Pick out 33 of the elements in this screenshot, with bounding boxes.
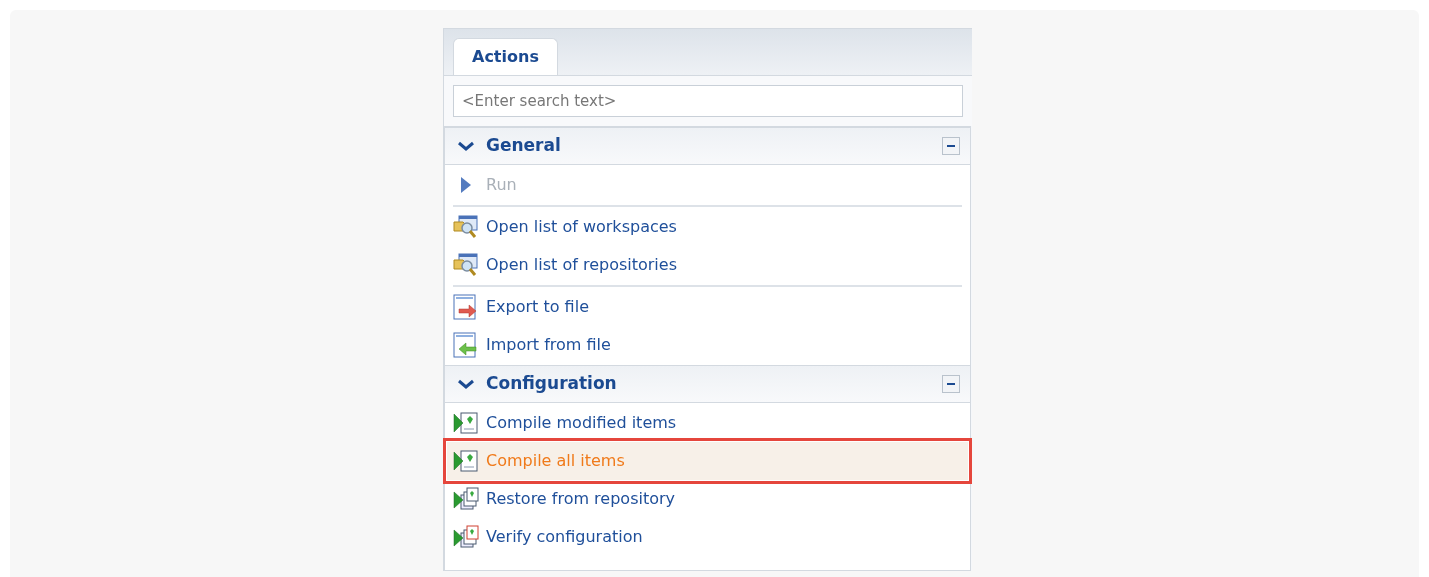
document-arrow-right-icon (453, 294, 479, 320)
tab[interactable]: Actions (453, 38, 558, 75)
collapse-button[interactable] (942, 375, 960, 393)
action-label: Run (486, 174, 517, 196)
action-label: Open list of workspaces (486, 216, 677, 238)
play-documents-icon (453, 525, 479, 549)
document-arrow-left-icon (453, 332, 479, 358)
action-item[interactable]: Open list of repositories (447, 246, 968, 284)
section-header[interactable]: Configuration (445, 365, 970, 403)
play-documents-icon (453, 487, 479, 511)
action-label: Compile all items (486, 450, 625, 472)
action-label: Import from file (486, 334, 611, 356)
action-label: Compile modified items (486, 412, 677, 434)
magnifier-window-icon (453, 253, 479, 277)
action-item[interactable]: Export to file (447, 288, 968, 326)
search-field[interactable]: <Enter search text> (453, 85, 963, 117)
play-document-icon (453, 449, 479, 473)
action-item[interactable]: Open list of workspaces (447, 208, 968, 246)
action-item[interactable]: Restore from repository (447, 480, 968, 518)
action-label: Verify configuration (486, 526, 643, 548)
section-title: General (486, 134, 561, 158)
collapse-button[interactable] (942, 137, 960, 155)
action-item[interactable]: Compile modified items (447, 404, 968, 442)
section-title: Configuration (486, 372, 617, 396)
action-item[interactable]: Verify configuration (447, 518, 968, 556)
action-label: Export to file (486, 296, 589, 318)
magnifier-window-icon (453, 215, 479, 239)
play-icon (459, 175, 473, 195)
action-label: Open list of repositories (486, 254, 677, 276)
section-header[interactable]: General (445, 127, 970, 165)
play-document-icon (453, 411, 479, 435)
action-item[interactable]: Import from file (447, 326, 968, 364)
action-label: Restore from repository (486, 488, 676, 510)
